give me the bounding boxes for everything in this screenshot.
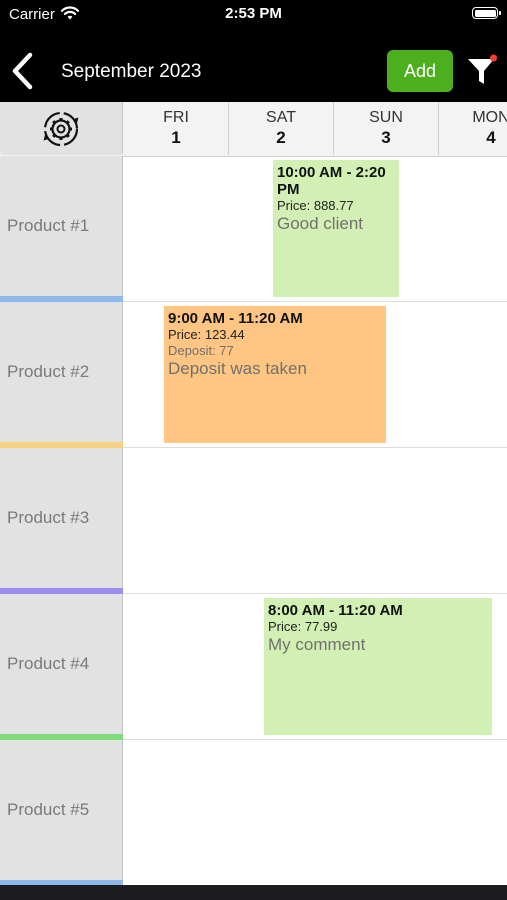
day-name: MON (472, 109, 507, 126)
status-bar: Carrier 2:53 PM (0, 0, 507, 30)
day-name: FRI (163, 109, 189, 126)
product-label: Product #4 (7, 654, 90, 673)
product-label: Product #3 (7, 508, 90, 527)
bottom-bar (0, 885, 507, 900)
add-button[interactable]: Add (387, 50, 453, 92)
day-name: SUN (369, 109, 403, 126)
back-button[interactable] (8, 51, 38, 91)
event-deposit: Deposit: 77 (168, 343, 234, 358)
status-time: 2:53 PM (225, 5, 282, 22)
day-header: FRI 1 SAT 2 SUN 3 MON 4 (0, 102, 507, 157)
event-price: Price: 888.77 (277, 198, 354, 213)
day-name: SAT (266, 109, 296, 126)
event-comment: Good client (277, 214, 363, 233)
product-label-cell[interactable]: Product #5 (0, 740, 123, 886)
product-row: Product #1 (0, 156, 507, 302)
product-row: Product #3 (0, 448, 507, 594)
event-comment: Deposit was taken (168, 359, 307, 378)
product-label-cell[interactable]: Product #3 (0, 448, 123, 594)
navigation-bar: September 2023 Add (0, 30, 507, 102)
day-number: 1 (171, 128, 181, 147)
booking-event[interactable]: 8:00 AM - 11:20 AM Price: 77.99 My comme… (264, 598, 492, 735)
event-time: 8:00 AM - 11:20 AM (268, 602, 403, 619)
day-column-header[interactable]: MON 4 (439, 102, 507, 155)
calendar-settings-button[interactable] (0, 102, 123, 155)
booking-event[interactable]: 10:00 AM - 2:20 PM Price: 888.77 Good cl… (273, 160, 399, 297)
gear-sync-icon (42, 110, 80, 153)
day-number: 2 (276, 128, 286, 147)
battery-icon (472, 7, 501, 19)
day-number: 4 (486, 128, 496, 147)
event-time: 10:00 AM - 2:20 PM (277, 164, 386, 198)
event-time: 9:00 AM - 11:20 AM (168, 310, 303, 327)
product-row: Product #5 (0, 740, 507, 886)
day-column-header[interactable]: SUN 3 (334, 102, 439, 155)
filter-button[interactable] (465, 53, 499, 89)
product-label: Product #1 (7, 216, 90, 235)
day-number: 3 (381, 128, 391, 147)
product-label-cell[interactable]: Product #1 (0, 156, 123, 302)
day-column-header[interactable]: FRI 1 (124, 102, 229, 155)
booking-event[interactable]: 9:00 AM - 11:20 AM Price: 123.44 Deposit… (164, 306, 386, 443)
event-comment: My comment (268, 635, 366, 654)
chevron-left-icon (12, 52, 33, 90)
product-label: Product #2 (7, 362, 90, 381)
day-column-header[interactable]: SAT 2 (229, 102, 334, 155)
month-title: September 2023 (61, 61, 202, 82)
event-price: Price: 77.99 (268, 619, 338, 634)
filter-icon (468, 54, 497, 84)
product-label-cell[interactable]: Product #4 (0, 594, 123, 740)
event-price: Price: 123.44 (168, 327, 245, 342)
product-label: Product #5 (7, 800, 90, 819)
product-label-cell[interactable]: Product #2 (0, 302, 123, 448)
